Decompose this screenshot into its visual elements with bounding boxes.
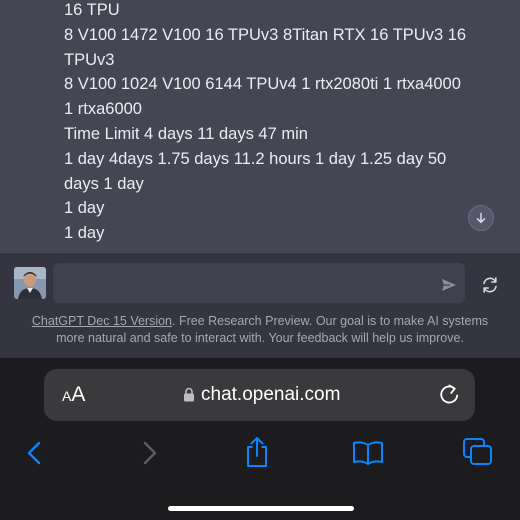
assistant-message: 16 TPU 8 V100 1472 V100 16 TPUv3 8Titan … [64,0,474,246]
home-indicator[interactable] [168,506,354,511]
share-button[interactable] [243,436,271,468]
send-button[interactable] [440,276,458,294]
reader-settings-button[interactable]: AA [62,383,85,408]
message-line: TPUv3 [64,50,115,69]
lock-icon [184,387,194,402]
message-line: 1 rtxa6000 [64,100,142,119]
message-input[interactable] [53,263,465,303]
back-button[interactable] [24,440,46,466]
url-text[interactable]: chat.openai.com [201,383,340,407]
scroll-down-button[interactable] [468,205,494,231]
safari-page: 16 TPU 8 V100 1472 V100 16 TPUv3 8Titan … [0,0,520,520]
tabs-button[interactable] [462,437,494,467]
message-line: days 1 day [64,174,144,193]
chat-message-area: 16 TPU 8 V100 1472 V100 16 TPUv3 8Titan … [0,0,520,252]
message-line: 1 day 4days 1.75 days 11.2 hours 1 day 1… [64,149,447,168]
reload-icon[interactable] [438,383,461,406]
avatar [14,267,46,299]
arrow-down-icon [476,212,486,224]
message-line: 8 V100 1472 V100 16 TPUv3 8Titan RTX 16 … [64,25,467,44]
message-line: 1 day [64,199,105,218]
message-line: 8 V100 1024 V100 6144 TPUv4 1 rtx2080ti … [64,75,461,94]
message-line: 1 day [64,224,105,243]
footer-disclaimer: ChatGPT Dec 15 Version. Free Research Pr… [18,313,502,346]
aa-large-glyph: A [71,383,86,406]
refresh-icon[interactable] [480,275,500,295]
forward-button[interactable] [138,440,160,466]
message-line: 16 TPU [64,1,120,19]
message-line: Time Limit 4 days 11 days 47 min [64,124,308,143]
bookmarks-button[interactable] [352,441,384,465]
aa-small-glyph: A [62,388,72,404]
version-link[interactable]: ChatGPT Dec 15 Version [32,314,172,328]
